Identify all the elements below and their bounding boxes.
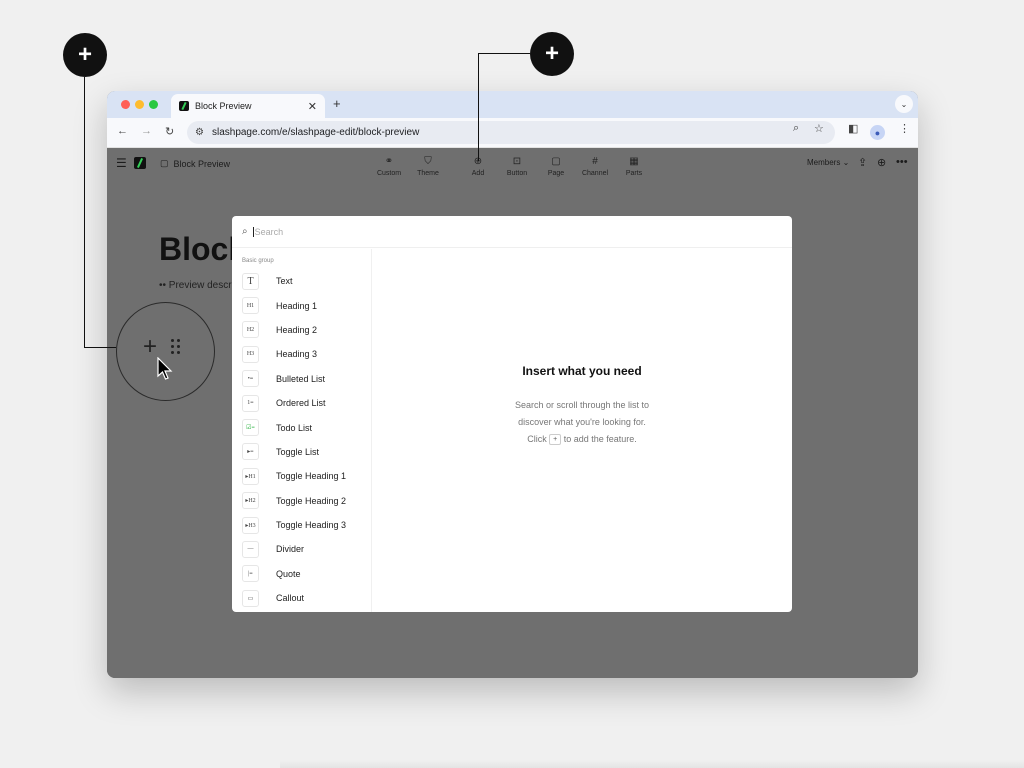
callout-line bbox=[478, 53, 479, 161]
breadcrumb-label: Block Preview bbox=[173, 158, 231, 169]
callout-line bbox=[84, 77, 85, 348]
page-icon: ▢ bbox=[160, 158, 169, 168]
forward-arrow-icon[interactable]: → bbox=[141, 125, 152, 137]
plus-key-icon: + bbox=[549, 434, 562, 446]
tab-title: Block Preview bbox=[195, 101, 252, 111]
side-panel-icon[interactable]: ◧ bbox=[848, 122, 858, 135]
list-item[interactable]: H2 Heading 2 bbox=[232, 318, 371, 342]
tool-page[interactable]: ▢ Page bbox=[536, 156, 576, 177]
search-row: ⌕ bbox=[232, 216, 792, 248]
tool-button[interactable]: ⊡ Button bbox=[497, 156, 537, 177]
page-icon: ▢ bbox=[551, 156, 561, 167]
list-item[interactable]: ▸H2 Toggle Heading 2 bbox=[232, 489, 371, 513]
callout-line bbox=[84, 347, 116, 348]
text-icon: T bbox=[242, 272, 259, 290]
empty-state-body: Search or scroll through the list to dis… bbox=[514, 400, 650, 446]
callout-line bbox=[478, 53, 530, 54]
add-block-icon[interactable]: + bbox=[143, 333, 157, 361]
empty-state: Insert what you need Search or scroll th… bbox=[372, 249, 792, 612]
list-item[interactable]: H3 Heading 3 bbox=[232, 342, 371, 366]
list-item[interactable]: |≡ Quote bbox=[232, 562, 371, 586]
list-item[interactable]: — Divider bbox=[232, 537, 371, 561]
list-item[interactable]: •≡ Bulleted List bbox=[232, 367, 371, 391]
url-text: slashpage.com/e/slashpage-edit/block-pre… bbox=[211, 127, 420, 138]
globe-icon[interactable]: ⊕ bbox=[877, 156, 886, 169]
list-item[interactable]: ▸H1 Toggle Heading 1 bbox=[232, 464, 371, 488]
divider-icon: — bbox=[242, 540, 259, 558]
more-horizontal-icon[interactable]: ••• bbox=[896, 156, 908, 168]
tool-theme[interactable]: ⛉ Theme bbox=[408, 156, 448, 177]
menu-icon[interactable]: ☰ bbox=[116, 156, 127, 170]
plus-callout-left: + bbox=[63, 33, 107, 77]
list-item[interactable]: T Text bbox=[232, 269, 371, 293]
tool-parts[interactable]: ▦ Parts bbox=[614, 156, 654, 177]
insert-block-dialog: ⌕ Basic group TText H1Heading 1 H2Headin… bbox=[232, 216, 792, 612]
members-dropdown[interactable]: Members ⌄ bbox=[807, 158, 849, 167]
theme-icon: ⛉ bbox=[424, 156, 432, 167]
list-item[interactable]: ▸H3 Toggle Heading 3 bbox=[232, 513, 371, 537]
empty-state-title: Insert what you need bbox=[522, 364, 642, 378]
heading-3-icon: H3 bbox=[242, 345, 259, 363]
tab-bar: Block Preview ✕ + ⌄ bbox=[107, 91, 918, 118]
tool-custom[interactable]: ⚭ Custom bbox=[369, 156, 409, 177]
site-settings-icon[interactable]: ⚙ bbox=[195, 127, 204, 138]
divider bbox=[280, 760, 1024, 768]
slashpage-logo-icon bbox=[179, 101, 189, 111]
block-list: Basic group T Text H1 Heading 1 H2 Heading … bbox=[232, 249, 372, 612]
list-item[interactable]: 1≡ Ordered List bbox=[232, 391, 371, 415]
toggle-heading-1-icon: ▸H1 bbox=[242, 467, 259, 485]
new-tab-button[interactable]: + bbox=[333, 96, 341, 111]
ordered-list-icon: 1≡ bbox=[242, 394, 259, 412]
list-item[interactable]: H1 Heading 1 bbox=[232, 293, 371, 317]
more-vertical-icon[interactable]: ⋮ bbox=[899, 122, 910, 135]
callout-icon: ▭ bbox=[242, 589, 259, 607]
tool-channel[interactable]: # Channel bbox=[575, 156, 615, 177]
heading-1-icon: H1 bbox=[242, 297, 259, 315]
zoom-icon[interactable]: ⌕ bbox=[793, 122, 799, 135]
bulleted-list-icon: •≡ bbox=[242, 370, 259, 388]
app-toolbar: ☰ ▢ Block Preview ⚭ Custom ⛉ Theme ⊕ Add… bbox=[107, 148, 918, 186]
plus-callout-top: + bbox=[530, 32, 574, 76]
page-title: Block bbox=[159, 231, 239, 267]
page-description: •• Preview description bbox=[159, 280, 235, 291]
parts-icon: ▦ bbox=[629, 156, 639, 167]
heading-2-icon: H2 bbox=[242, 321, 259, 339]
toggle-list-icon: ▸≡ bbox=[242, 443, 259, 461]
list-item[interactable]: ☑≡ Todo List bbox=[232, 415, 371, 439]
hash-icon: # bbox=[592, 156, 598, 167]
slashpage-logo-icon[interactable] bbox=[134, 157, 146, 169]
browser-tab[interactable]: Block Preview ✕ bbox=[171, 94, 325, 118]
toggle-heading-3-icon: ▸H3 bbox=[242, 516, 259, 534]
share-icon[interactable]: ⇪ bbox=[858, 156, 867, 169]
search-icon: ⌕ bbox=[242, 226, 248, 237]
close-icon[interactable]: ✕ bbox=[308, 100, 317, 113]
list-item[interactable]: ▸≡ Toggle List bbox=[232, 440, 371, 464]
search-input[interactable] bbox=[252, 226, 653, 237]
url-field[interactable]: ⚙ slashpage.com/e/slashpage-edit/block-p… bbox=[187, 121, 835, 144]
minimize-window-button[interactable] bbox=[135, 100, 144, 109]
star-icon[interactable]: ☆ bbox=[814, 122, 824, 135]
breadcrumb[interactable]: ▢ Block Preview bbox=[160, 158, 230, 169]
toggle-heading-2-icon: ▸H2 bbox=[242, 492, 259, 510]
back-arrow-icon[interactable]: ← bbox=[117, 125, 128, 137]
cursor-icon bbox=[157, 357, 173, 380]
todo-list-icon: ☑≡ bbox=[242, 419, 259, 437]
group-label: Basic group bbox=[242, 258, 274, 264]
avatar[interactable]: ● bbox=[870, 125, 885, 140]
chevron-down-icon[interactable]: ⌄ bbox=[895, 95, 913, 113]
custom-icon: ⚭ bbox=[384, 156, 394, 167]
reload-icon[interactable]: ↻ bbox=[165, 125, 174, 138]
close-window-button[interactable] bbox=[121, 100, 130, 109]
maximize-window-button[interactable] bbox=[149, 100, 158, 109]
drag-handle-icon[interactable] bbox=[171, 339, 183, 357]
button-icon: ⊡ bbox=[512, 156, 522, 167]
list-item[interactable]: ▭ Callout bbox=[232, 586, 371, 610]
block-handle-magnifier: + bbox=[116, 302, 215, 401]
address-bar: ← → ↻ ⚙ slashpage.com/e/slashpage-edit/b… bbox=[107, 118, 918, 148]
quote-icon: |≡ bbox=[242, 565, 259, 583]
